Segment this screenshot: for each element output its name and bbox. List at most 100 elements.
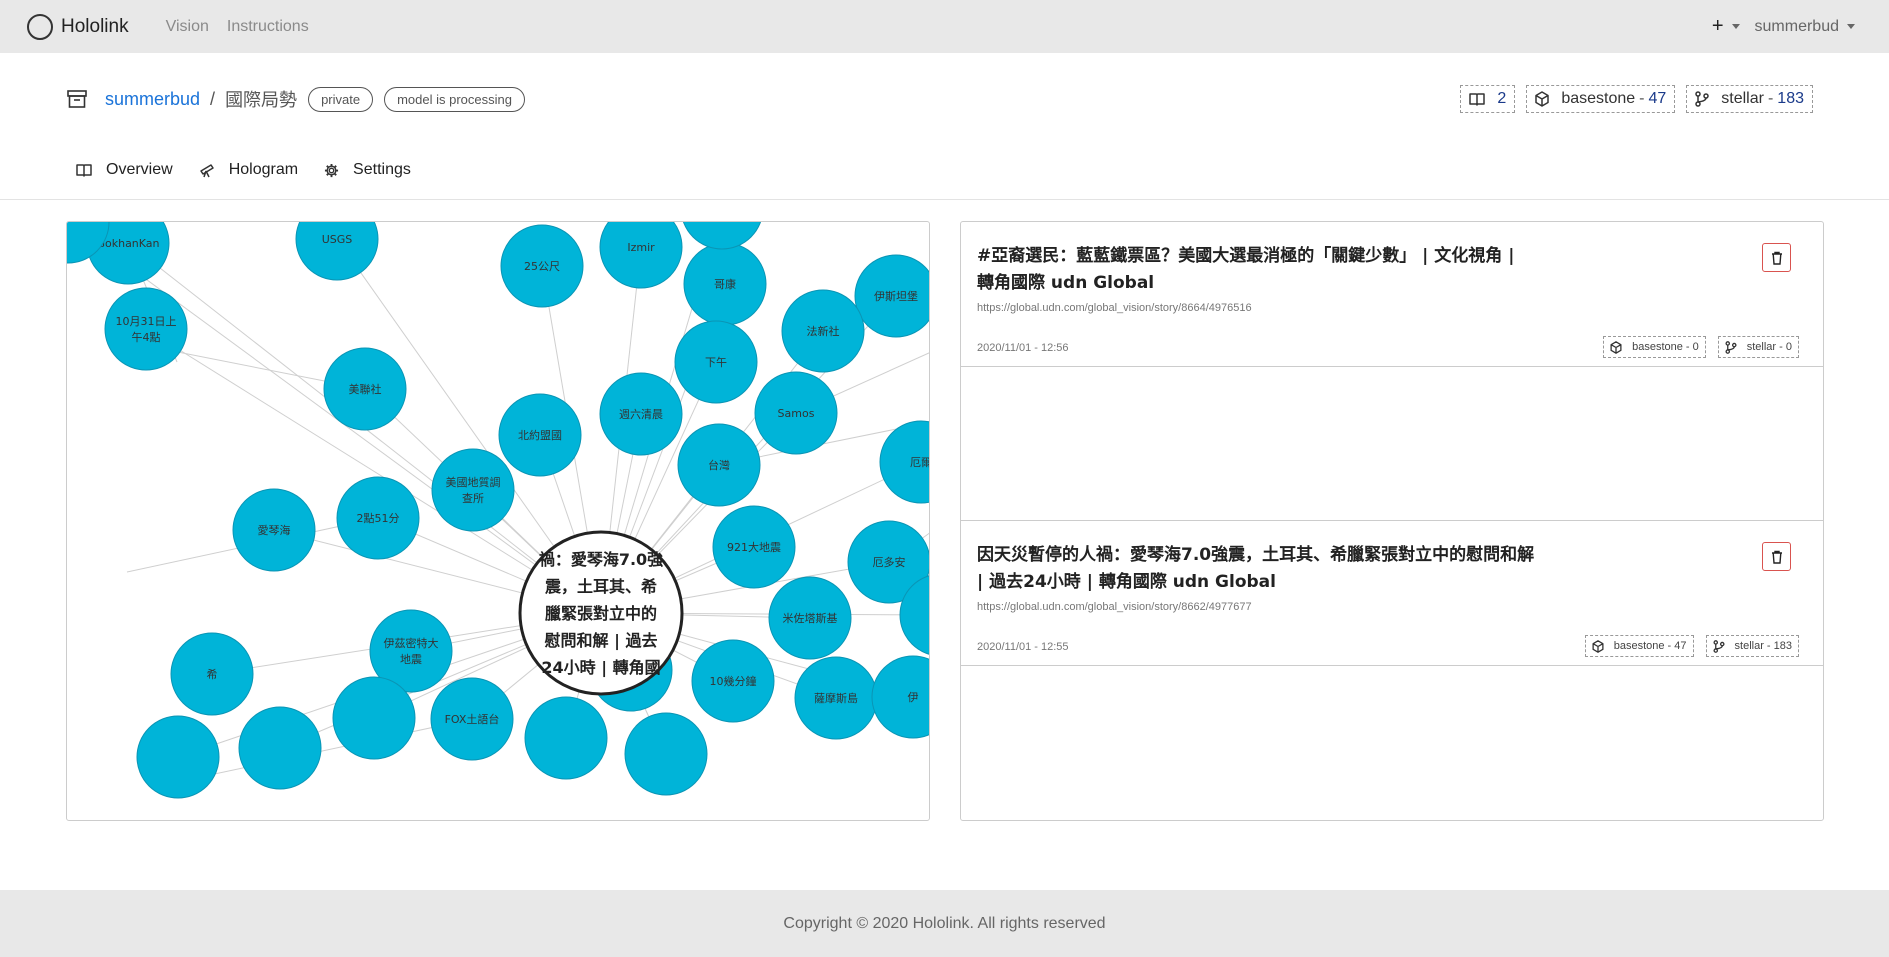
branch-icon (1725, 340, 1737, 354)
graph-node[interactable]: 哥康 (683, 242, 767, 326)
graph-node[interactable]: 25公尺 (500, 224, 584, 308)
graph-node[interactable]: 週六清晨 (599, 372, 683, 456)
nav-link-instructions[interactable]: Instructions (227, 18, 309, 36)
graph-node[interactable]: USGS (295, 222, 379, 281)
graph-node-label: 下午 (705, 356, 727, 369)
graph-node-label: 週六清晨 (619, 408, 663, 421)
article-tags: basestone - 47 stellar - 183 (1584, 635, 1799, 657)
article-tags: basestone - 0 stellar - 0 (1603, 336, 1799, 358)
stat-stellar[interactable]: stellar - 183 (1686, 85, 1813, 113)
tab-settings[interactable]: Settings (324, 161, 411, 179)
graph-center-node[interactable]: 禍：愛琴海7.0強震，土耳其、希臘緊張對立中的慰問和解 | 過去 24小時 | 轉… (518, 530, 684, 696)
footer: Copyright © 2020 Hololink. All rights re… (0, 890, 1889, 957)
graph-node-label: 10月31日上 (116, 315, 177, 328)
graph-node[interactable]: 921大地震 (712, 505, 796, 589)
graph-node[interactable]: 北約盟國 (498, 393, 582, 477)
gear-icon (324, 163, 339, 177)
basestone-tag[interactable]: basestone - 47 (1584, 635, 1694, 657)
graph-node[interactable] (681, 222, 763, 250)
graph-node[interactable] (524, 696, 608, 780)
graph-node-label: Izmir (627, 241, 655, 254)
graph-node-label: FOX土語台 (445, 712, 500, 726)
graph-node[interactable] (332, 676, 416, 760)
graph-node[interactable]: 台灣 (677, 423, 761, 507)
plus-icon: + (1711, 15, 1724, 37)
graph-node[interactable]: 下午 (674, 320, 758, 404)
repo-header: summerbud / 國際局勢 private model is proces… (67, 86, 525, 112)
list-item[interactable]: #亞裔選民：藍藍鐵票區？美國大選最消極的「關鍵少數」 | 文化視角 | 轉角國際… (961, 222, 1823, 367)
graph-node-label: 法新社 (807, 324, 840, 338)
stat-basestone-label: basestone (1561, 90, 1636, 107)
graph-center-label: 震，土耳其、希 (544, 577, 657, 596)
list-item[interactable]: 因天災暫停的人禍：愛琴海7.0強震，土耳其、希臘緊張對立中的慰問和解 | 過去2… (961, 520, 1823, 666)
tab-overview[interactable]: Overview (76, 161, 173, 179)
stat-documents[interactable]: 2 (1460, 85, 1516, 113)
repo-name[interactable]: 國際局勢 (225, 86, 297, 112)
graph-node-label: 厄爾 (910, 456, 930, 469)
graph-node[interactable]: 2點51分 (336, 476, 420, 560)
graph-center-label: 臘緊張對立中的 (545, 604, 657, 623)
graph-node[interactable]: 10幾分鐘 (691, 639, 775, 723)
graph-node[interactable]: 法新社 (781, 289, 865, 373)
graph-node[interactable] (238, 706, 322, 790)
article-title[interactable]: #亞裔選民：藍藍鐵票區？美國大選最消極的「關鍵少數」 | 文化視角 | 轉角國際… (977, 243, 1537, 297)
stellar-tag[interactable]: stellar - 0 (1717, 336, 1799, 358)
private-badge: private (308, 86, 374, 112)
stat-basestone[interactable]: basestone - 47 (1526, 85, 1676, 113)
graph-node-label: 美國地質調 (446, 475, 501, 489)
tab-label: Hologram (228, 161, 299, 178)
delete-button[interactable] (1762, 542, 1791, 571)
graph-node[interactable]: Izmir (599, 222, 683, 289)
telescope-icon (199, 164, 214, 178)
graph-node[interactable]: 10月31日上午4點 (104, 287, 188, 371)
graph-node[interactable]: 厄爾 (879, 420, 930, 504)
tab-hologram[interactable]: Hologram (199, 161, 298, 179)
cube-icon (1610, 340, 1622, 354)
archive-icon (67, 90, 87, 108)
repo-owner-link[interactable]: summerbud (105, 89, 200, 110)
article-list: #亞裔選民：藍藍鐵票區？美國大選最消極的「關鍵少數」 | 文化視角 | 轉角國際… (960, 221, 1824, 821)
stat-stellar-value: 183 (1777, 90, 1804, 107)
username: summerbud (1754, 17, 1839, 35)
breadcrumb-separator: / (210, 88, 216, 109)
chevron-down-icon (1847, 24, 1855, 29)
graph-node[interactable]: 米佐塔斯基 (768, 576, 852, 660)
article-title[interactable]: 因天災暫停的人禍：愛琴海7.0強震，土耳其、希臘緊張對立中的慰問和解 | 過去2… (977, 542, 1537, 596)
trash-icon (1771, 251, 1782, 265)
article-url[interactable]: https://global.udn.com/global_vision/sto… (977, 601, 1252, 613)
tag-label: basestone - 47 (1613, 640, 1687, 652)
nav-link-vision[interactable]: Vision (166, 18, 209, 36)
graph-node[interactable]: 希 (170, 632, 254, 716)
graph-node[interactable]: 美聯社 (323, 347, 407, 431)
graph-node[interactable] (136, 715, 220, 799)
graph-node[interactable]: 伊 (871, 655, 930, 739)
nav-right: + summerbud (1712, 0, 1855, 53)
basestone-tag[interactable]: basestone - 0 (1603, 336, 1706, 358)
graph-node-label: USGS (322, 233, 353, 246)
article-url[interactable]: https://global.udn.com/global_vision/sto… (977, 302, 1252, 314)
graph-node[interactable]: 愛琴海 (232, 488, 316, 572)
graph-node[interactable]: 伊斯坦堡 (854, 254, 930, 338)
graph-node[interactable] (624, 712, 708, 796)
stat-documents-value: 2 (1497, 90, 1507, 107)
graph-center-label: 慰問和解 | 過去 (545, 631, 658, 651)
graph-node[interactable]: 美國地質調查所 (431, 448, 515, 532)
graph-node[interactable]: Samos (754, 371, 838, 455)
tag-label: stellar - 0 (1746, 341, 1792, 353)
stat-dash: - (1639, 90, 1645, 107)
trash-icon (1771, 550, 1782, 564)
book-icon (1469, 93, 1486, 106)
logo-circle-icon (27, 13, 53, 40)
stellar-tag[interactable]: stellar - 183 (1705, 635, 1799, 657)
delete-button[interactable] (1762, 243, 1791, 272)
graph-canvas[interactable]: GokhanKan USGS 25公尺 Izmir 哥康伊斯坦堡 10月31日上午4點 法新… (67, 222, 930, 821)
graph-node-label: 台灣 (708, 458, 730, 472)
user-menu[interactable]: summerbud (1755, 18, 1855, 36)
tabs-divider (0, 199, 1889, 200)
hologram-graph[interactable]: GokhanKan USGS 25公尺 Izmir 哥康 伊斯坦堡 10月31日上 午4點 法新… (66, 221, 930, 821)
brand[interactable]: Hololink (27, 13, 129, 40)
create-menu[interactable]: + (1712, 15, 1740, 38)
graph-node[interactable]: 薩摩斯島 (794, 656, 878, 740)
graph-node-label: 2點51分 (357, 512, 400, 525)
graph-node[interactable]: FOX土語台 (430, 677, 514, 761)
